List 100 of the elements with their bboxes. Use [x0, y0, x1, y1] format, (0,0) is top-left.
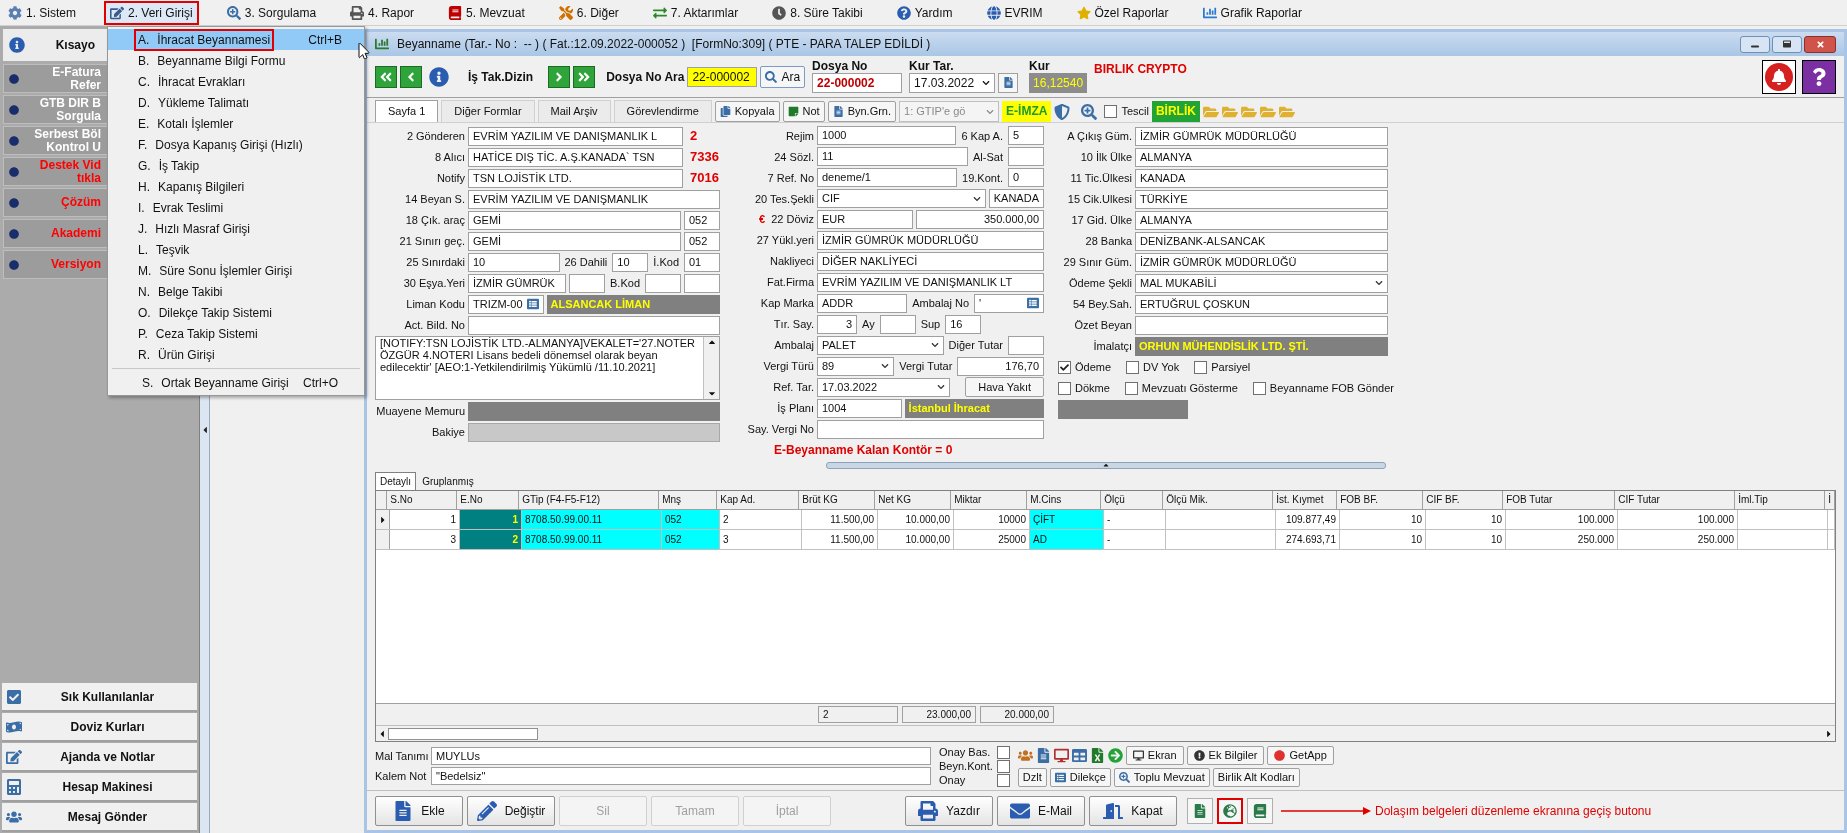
- text-field[interactable]: ERTUĞRUL ÇOSKUN: [1135, 294, 1388, 314]
- action-button[interactable]: Yazdır: [905, 795, 993, 826]
- text-field[interactable]: [569, 273, 606, 293]
- text-field[interactable]: HATİCE DIŞ TİC. A.Ş.KANADA` TSN: [468, 147, 683, 167]
- toolbar-button[interactable]: Birlik Alt Kodları: [1212, 767, 1300, 787]
- menu-option[interactable]: N. Belge Takibi: [108, 281, 364, 302]
- text-field[interactable]: 11: [817, 147, 969, 167]
- sidebar-button[interactable]: Mesaj Gönder: [2, 803, 197, 832]
- copy-button[interactable]: Kopyala: [714, 101, 780, 122]
- text-field[interactable]: EVRİM YAZILIM VE DANIŞMANLIK L: [468, 126, 683, 146]
- last-button[interactable]: [573, 65, 596, 88]
- checkbox[interactable]: [1058, 360, 1071, 374]
- help-button[interactable]: [1802, 59, 1836, 94]
- column-header[interactable]: Mnş: [659, 491, 718, 509]
- menu-item[interactable]: 3. Sorgulama: [220, 0, 323, 25]
- text-field[interactable]: [1008, 147, 1044, 167]
- notes-textarea[interactable]: [NOTIFY:TSN LOJİSTİK LTD.-ALMANYA]VEKALET='27.NOTER ÖZGÜR 4.NOTERI Lisans bedeli dönemsel olarak beyan edilecektir' [AEO:1-Yetkilendirilmiş Yükümlü /11.10.2021]: [375, 336, 720, 400]
- text-field[interactable]: [879, 314, 916, 334]
- text-field[interactable]: DENİZBANK-ALSANCAK: [1135, 231, 1388, 251]
- text-field[interactable]: deneme/1: [817, 168, 957, 188]
- menu-item[interactable]: 2. Veri Girişi: [104, 0, 199, 25]
- text-field[interactable]: ALMANYA: [1135, 210, 1388, 230]
- column-header[interactable]: Brüt KG: [799, 491, 876, 509]
- text-field[interactable]: 01: [684, 252, 720, 272]
- text-field[interactable]: GEMİ: [468, 231, 681, 251]
- icon-button[interactable]: [1217, 797, 1243, 824]
- icon-button[interactable]: [1187, 797, 1213, 824]
- horizontal-scrollbar[interactable]: [376, 725, 1835, 741]
- text-field[interactable]: "Bedelsiz": [431, 767, 931, 785]
- toolbar-button[interactable]: Toplu Mevzuat: [1113, 767, 1210, 787]
- checkbox[interactable]: [996, 745, 1010, 759]
- text-field[interactable]: EVRİM YAZILIM VE DANIŞMANLIK LT: [817, 273, 1044, 293]
- file-number-field[interactable]: 22-000002: [812, 73, 903, 93]
- column-header[interactable]: İ: [1825, 491, 1835, 509]
- search-button[interactable]: Ara: [760, 65, 806, 88]
- arrow-right-icon[interactable]: [1107, 747, 1123, 763]
- checkbox[interactable]: [996, 759, 1010, 773]
- menu-option[interactable]: A. İhracat Beyannamesi Ctrl+B: [108, 29, 364, 50]
- menu-item[interactable]: 6. Diğer: [552, 0, 625, 25]
- toolbar-button[interactable]: Ek Bilgiler: [1186, 745, 1265, 765]
- column-header[interactable]: CIF Tutar: [1615, 491, 1736, 509]
- dropdown-field[interactable]: PALET: [817, 335, 944, 355]
- dropdown-field[interactable]: MAL MUKABİLİ: [1135, 273, 1388, 293]
- menu-item[interactable]: 8. Süre Takibi: [766, 0, 869, 25]
- text-field[interactable]: 5: [1008, 126, 1044, 146]
- column-header[interactable]: İst. Kıymet: [1273, 491, 1338, 509]
- menu-option[interactable]: S. Ortak Beyanname Girişi Ctrl+O: [112, 372, 360, 393]
- document-icon[interactable]: [1035, 747, 1051, 763]
- splitter-handle[interactable]: [825, 461, 1386, 469]
- text-field[interactable]: İZMİR GÜMRÜK MÜDÜRLÜĞÜ: [817, 231, 1044, 251]
- text-field[interactable]: EVRİM YAZILIM VE DANIŞMANLIK: [468, 189, 720, 209]
- sidebar-button[interactable]: Doviz Kurları: [2, 713, 197, 742]
- column-header[interactable]: Ölçü Mik.: [1163, 491, 1274, 509]
- info-icon[interactable]: [429, 66, 449, 87]
- menu-item[interactable]: Özel Raporlar: [1070, 0, 1175, 25]
- checkbox[interactable]: [1194, 360, 1208, 374]
- text-field[interactable]: TSN LOJİSTİK LTD.: [468, 168, 683, 188]
- text-field[interactable]: [684, 273, 720, 293]
- column-header[interactable]: Net KG: [875, 491, 952, 509]
- checkbox[interactable]: [1058, 381, 1071, 395]
- text-field[interactable]: [817, 419, 1044, 439]
- number-field[interactable]: 350.000,00: [916, 210, 1044, 230]
- number-field[interactable]: 3: [817, 314, 857, 334]
- text-field[interactable]: KANADA: [1135, 168, 1388, 188]
- number-field[interactable]: 176,70: [957, 356, 1044, 376]
- checkbox[interactable]: [1126, 360, 1140, 374]
- sidebar-button[interactable]: Sık Kullanılanlar: [2, 683, 197, 712]
- text-field[interactable]: KANADA: [988, 189, 1044, 209]
- shield-icon[interactable]: [1054, 104, 1071, 120]
- tab[interactable]: Detaylı: [375, 472, 417, 490]
- text-field[interactable]: 10: [612, 252, 649, 272]
- text-field[interactable]: 1000: [817, 126, 957, 146]
- menu-item[interactable]: 1. Sistem: [2, 0, 82, 25]
- next-button[interactable]: [548, 65, 571, 88]
- text-field[interactable]: ALMANYA: [1135, 147, 1388, 167]
- maximize-button[interactable]: [1772, 35, 1802, 53]
- text-field[interactable]: İZMİR GÜMRÜK: [468, 273, 567, 293]
- notification-button[interactable]: [1762, 59, 1796, 94]
- icon-button[interactable]: [1247, 797, 1273, 824]
- text-field[interactable]: GEMİ: [468, 210, 681, 230]
- menu-option[interactable]: O. Dilekçe Takip Sistemi: [108, 302, 364, 323]
- checkbox[interactable]: [1124, 381, 1138, 395]
- text-field[interactable]: TÜRKİYE: [1135, 189, 1388, 209]
- text-field[interactable]: 1004: [817, 398, 902, 418]
- column-header[interactable]: Ölçü: [1101, 491, 1164, 509]
- document-button[interactable]: [998, 72, 1019, 93]
- menu-item[interactable]: EVRIM: [980, 0, 1049, 25]
- column-header[interactable]: CIF BF.: [1423, 491, 1504, 509]
- column-header[interactable]: Miktar: [951, 491, 1028, 509]
- column-header[interactable]: M.Cins: [1027, 491, 1102, 509]
- note-button[interactable]: Not: [782, 101, 825, 122]
- menu-item[interactable]: Grafik Raporlar: [1196, 0, 1308, 25]
- action-button[interactable]: Değiştir: [467, 795, 555, 826]
- lookup-field[interactable]: TRIZM-00: [468, 294, 544, 314]
- text-field[interactable]: [1008, 335, 1044, 355]
- action-button[interactable]: Kapat: [1089, 795, 1177, 826]
- checkbox[interactable]: [1252, 381, 1266, 395]
- table-icon[interactable]: [1071, 747, 1087, 763]
- search-field[interactable]: 22-000002: [687, 66, 758, 87]
- column-header[interactable]: E.No: [457, 491, 520, 509]
